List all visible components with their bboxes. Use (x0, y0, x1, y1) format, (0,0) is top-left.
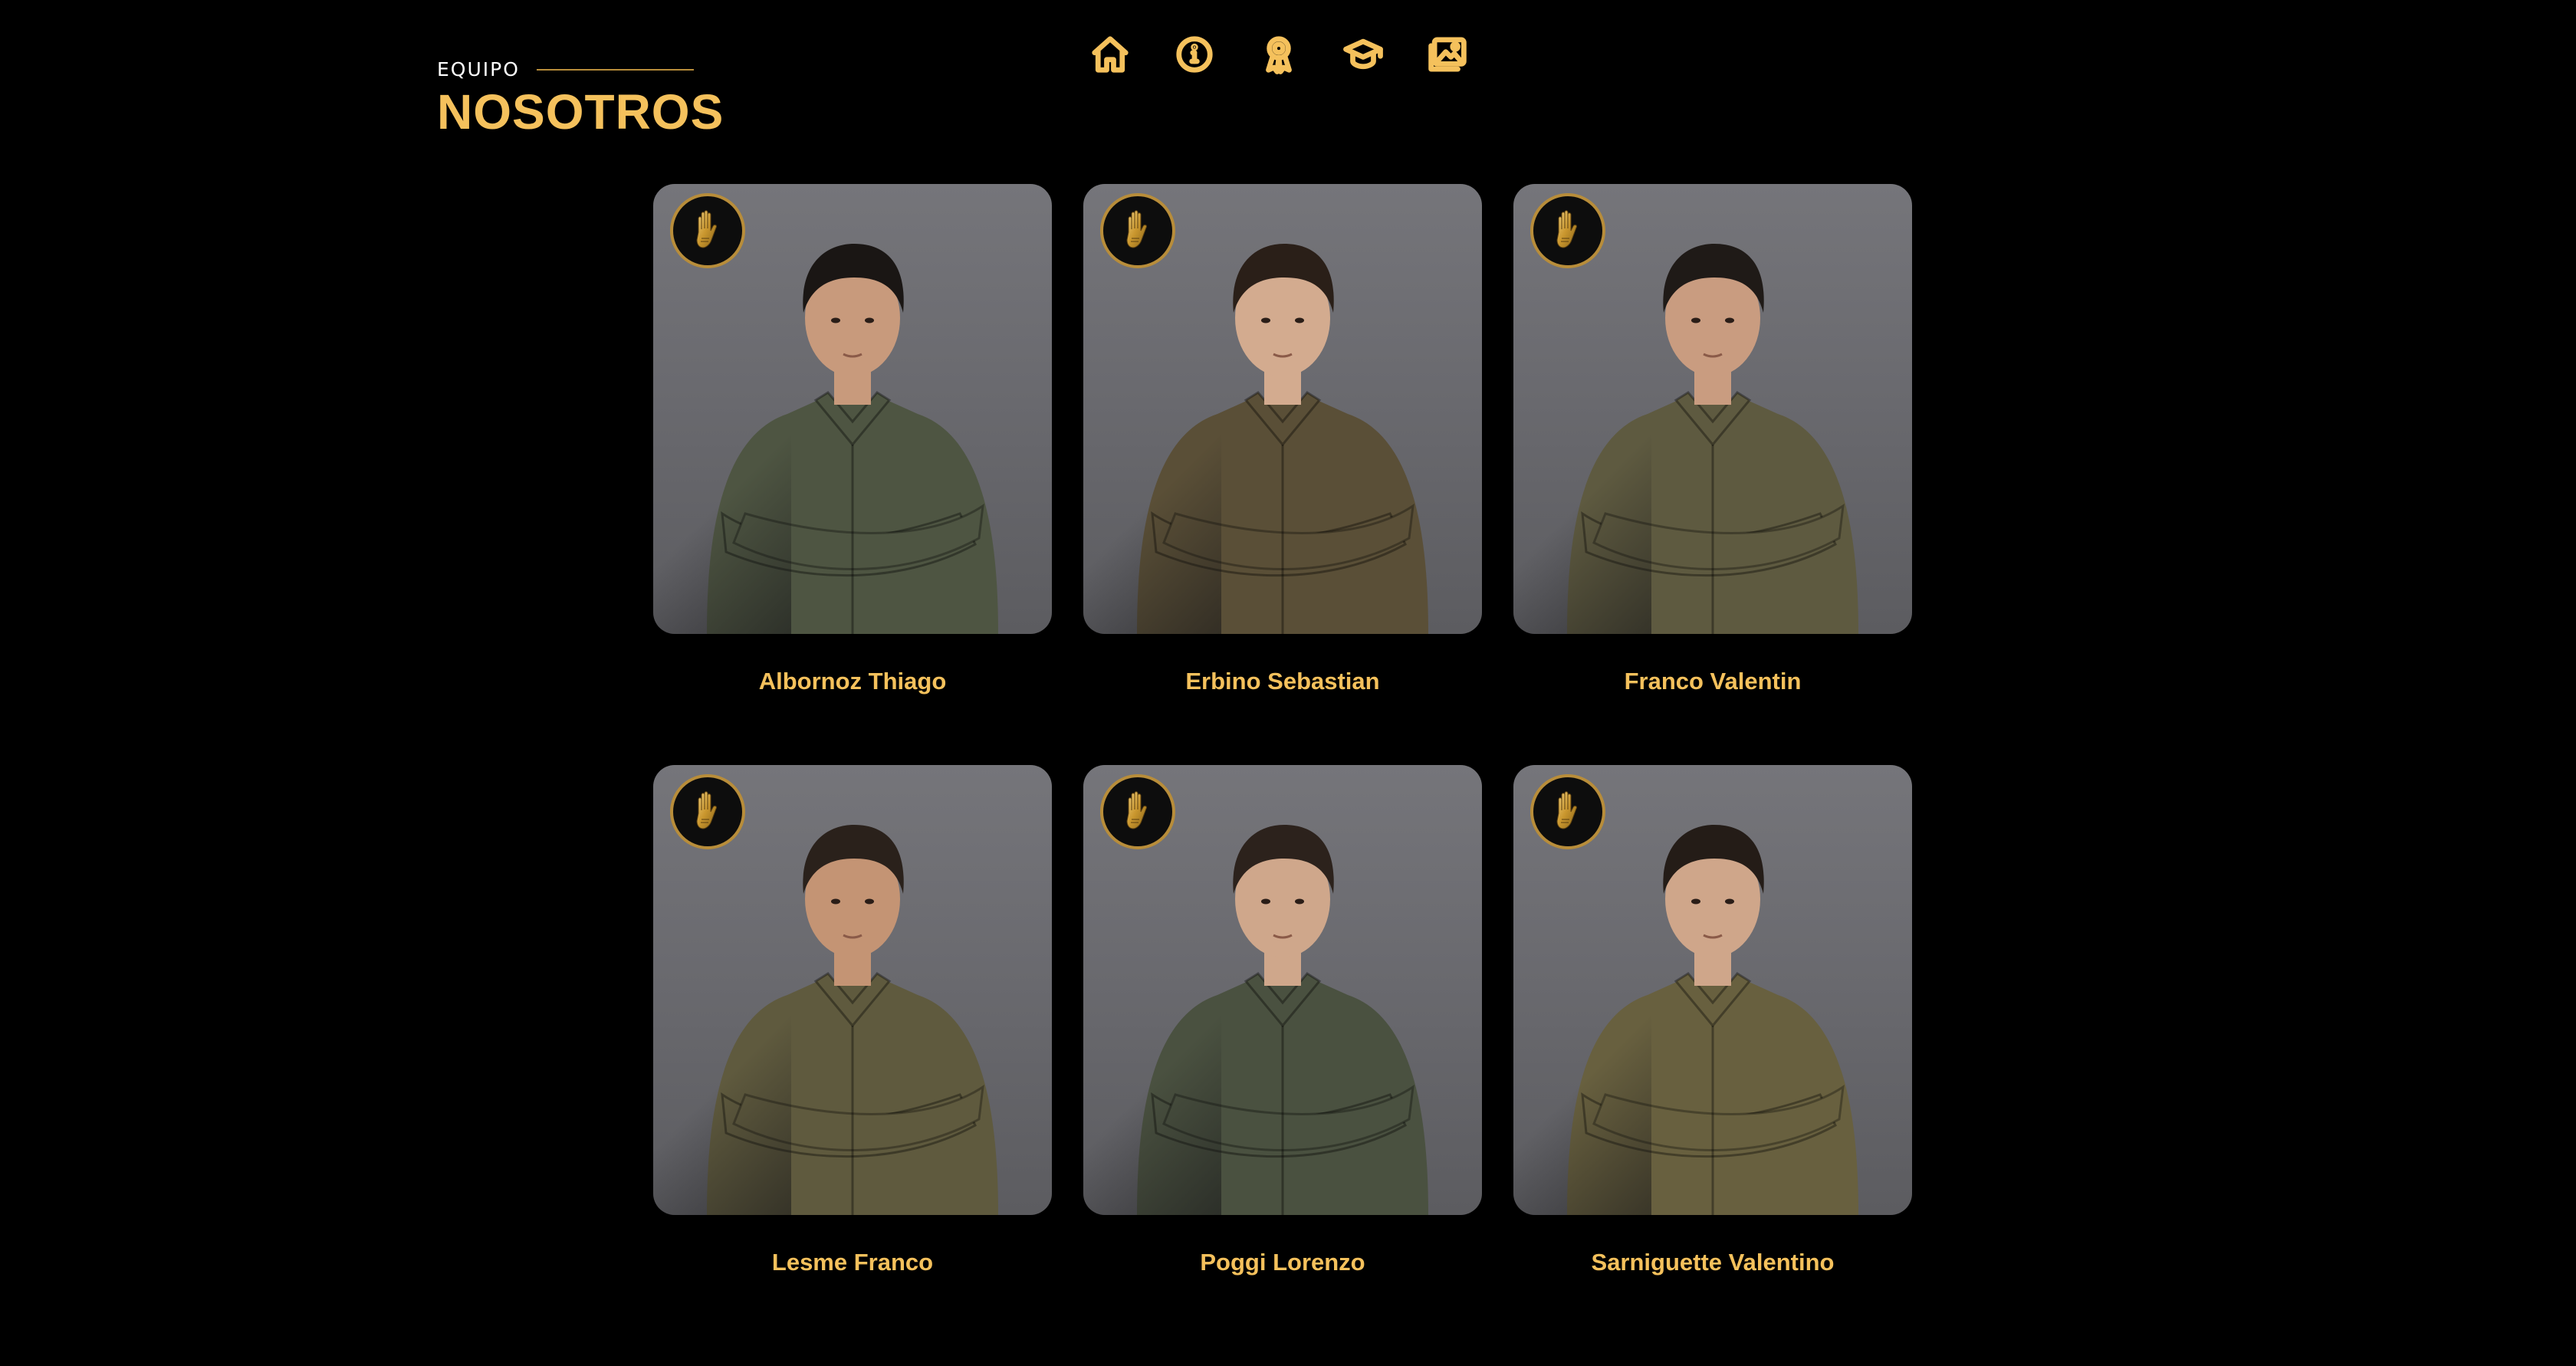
top-nav (1089, 31, 1469, 78)
hand-logo-badge (1100, 193, 1175, 268)
member-name: Albornoz Thiago (758, 668, 947, 694)
member-photo (1083, 184, 1482, 634)
hand-logo-badge (1530, 193, 1605, 268)
member-name: Erbino Sebastian (1185, 668, 1380, 694)
photo-shadow (1513, 435, 1651, 634)
team-member-card: Albornoz Thiago (653, 184, 1052, 765)
section-header: EQUIPO NOSOTROS (437, 58, 724, 140)
team-member-card: Lesme Franco (653, 765, 1052, 1346)
member-name: Franco Valentin (1624, 668, 1802, 694)
team-member-card: Sarniguette Valentino (1513, 765, 1912, 1346)
page: EQUIPO NOSOTROS Albornoz Thiago Erbino S… (0, 0, 2576, 1366)
member-photo (653, 765, 1052, 1215)
team-member-card: Franco Valentin (1513, 184, 1912, 765)
hand-icon (1556, 791, 1577, 829)
hand-icon (1126, 791, 1147, 829)
nav-info[interactable] (1173, 31, 1216, 78)
member-photo (653, 184, 1052, 634)
nav-gallery[interactable] (1426, 31, 1469, 78)
team-grid: Albornoz Thiago Erbino Sebastian Franco … (653, 184, 1912, 1346)
hand-icon (1556, 210, 1577, 248)
member-name: Lesme Franco (771, 1249, 934, 1276)
gallery-icon (1428, 37, 1467, 72)
nav-home[interactable] (1089, 31, 1132, 78)
photo-shadow (653, 435, 791, 634)
award-icon (1266, 36, 1292, 74)
photo-shadow (1513, 1016, 1651, 1215)
nav-education[interactable] (1342, 31, 1385, 78)
graduation-cap-icon (1343, 38, 1383, 70)
hand-icon (696, 791, 717, 829)
hand-icon (1126, 210, 1147, 248)
hand-logo-badge (1100, 774, 1175, 849)
eyebrow-divider (536, 69, 694, 71)
section-eyebrow: EQUIPO (437, 58, 520, 80)
member-name: Sarniguette Valentino (1591, 1249, 1835, 1276)
hand-logo-badge (670, 193, 745, 268)
team-member-card: Poggi Lorenzo (1083, 765, 1482, 1346)
home-icon (1092, 36, 1129, 73)
hand-logo-badge (1530, 774, 1605, 849)
nav-awards[interactable] (1257, 31, 1300, 78)
team-member-card: Erbino Sebastian (1083, 184, 1482, 765)
photo-shadow (653, 1016, 791, 1215)
eyebrow-row: EQUIPO (437, 58, 713, 81)
photo-shadow (1083, 1016, 1221, 1215)
photo-shadow (1083, 435, 1221, 634)
member-photo (1513, 184, 1912, 634)
hand-logo-badge (670, 774, 745, 849)
page-title: NOSOTROS (437, 84, 724, 140)
member-name: Poggi Lorenzo (1200, 1249, 1365, 1276)
member-photo (1083, 765, 1482, 1215)
member-photo (1513, 765, 1912, 1215)
hand-icon (696, 210, 717, 248)
info-icon (1176, 36, 1213, 73)
